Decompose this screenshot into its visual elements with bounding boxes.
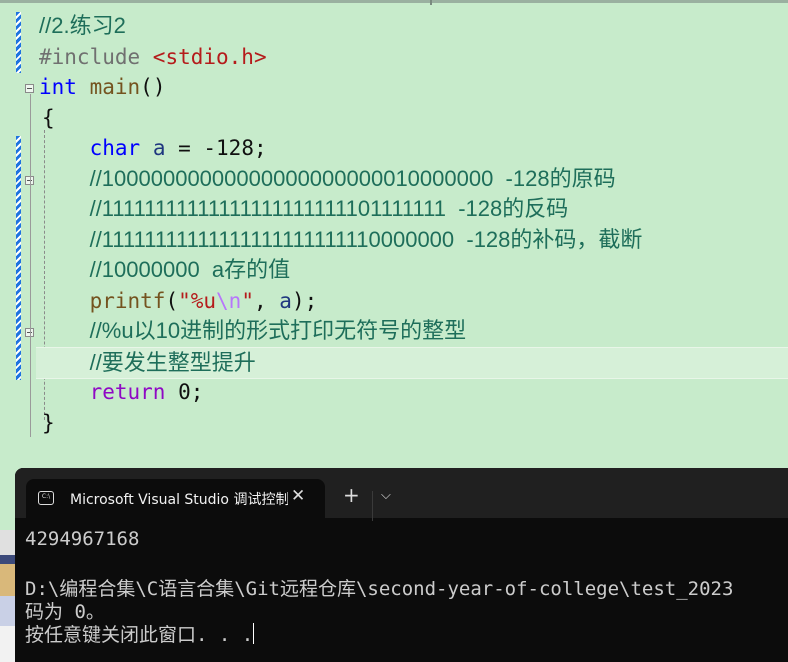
code-token-plain: ,	[253, 288, 280, 313]
code-line[interactable]: //11111111111111111111111110000000 -128的…	[0, 225, 788, 255]
code-token-var: a	[152, 136, 166, 160]
code-line[interactable]: {	[0, 103, 788, 133]
code-token-fn: printf	[89, 288, 166, 313]
code-line[interactable]: #include <stdio.h>	[0, 42, 788, 72]
text-cursor	[253, 623, 255, 644]
vs-background-panel	[0, 530, 15, 662]
code-token-comment: //%u以10进制的形式打印无符号的整型	[89, 318, 467, 343]
code-line-current[interactable]: //要发生整型提升	[36, 346, 788, 379]
terminal-tab[interactable]: C:\ Microsoft Visual Studio 调试控制台 ✕	[26, 479, 325, 519]
code-line[interactable]: //2.练习2	[0, 11, 788, 41]
code-line-text: //要发生整型提升	[39, 348, 256, 378]
code-token-comment: //11111111111111111111111110000000 -128的…	[89, 226, 643, 252]
code-line[interactable]: printf("%u\n", a);	[0, 286, 788, 316]
code-line-text: char a = -128;	[39, 133, 267, 163]
console-icon: C:\	[38, 491, 54, 505]
chevron-down-icon[interactable]: ⌵	[381, 488, 391, 503]
code-token-plain: (	[165, 288, 179, 313]
code-line-text: #include <stdio.h>	[39, 42, 267, 72]
code-token-plain: {	[42, 105, 55, 130]
code-token-str: "	[241, 288, 254, 313]
code-token-comment: //2.练习2	[39, 13, 126, 38]
code-token-comment: //要发生整型提升	[89, 349, 256, 375]
code-line-text: }	[42, 408, 55, 438]
code-line-text: //10000000000000000000000010000000 -128的…	[39, 164, 616, 194]
code-token-plain: );	[291, 288, 318, 313]
code-token-plain: 0;	[165, 380, 204, 404]
code-token-comment: //10000000000000000000000010000000 -128的…	[89, 165, 616, 191]
code-line-text: //2.练习2	[39, 11, 126, 41]
code-token-plain: = -128;	[165, 136, 267, 160]
code-line-text: int main()	[39, 72, 165, 102]
output-line: D:\编程合集\C语言合集\Git远程仓库\second-year-of-col…	[25, 578, 734, 600]
code-line[interactable]: return 0;	[0, 377, 788, 407]
terminal-tab-bar: C:\ Microsoft Visual Studio 调试控制台 ✕ + ⌵	[15, 468, 788, 521]
code-line-text: {	[42, 103, 55, 133]
tab-title: Microsoft Visual Studio 调试控制台	[70, 492, 288, 508]
code-line-text: //10000000 a存的值	[39, 255, 291, 285]
code-line-text: //%u以10进制的形式打印无符号的整型	[39, 316, 467, 346]
plus-icon[interactable]: +	[343, 485, 360, 505]
output-line: 按任意键关闭此窗口. . .	[25, 620, 255, 647]
code-line[interactable]: //10000000000000000000000010000000 -128的…	[0, 164, 788, 194]
divider	[372, 491, 373, 521]
code-token-fn: main	[89, 75, 141, 99]
code-token-kw: char	[89, 136, 141, 160]
code-line[interactable]: //10000000 a存的值	[0, 255, 788, 285]
code-token-plain: ()	[140, 75, 166, 99]
code-line-text: return 0;	[39, 377, 204, 407]
prompt-text: 按任意键关闭此窗口. . .	[25, 624, 254, 646]
code-line[interactable]: int main()	[0, 72, 788, 102]
code-token-comment: //10000000 a存的值	[89, 257, 291, 282]
code-line-text: //11111111111111111111111110000000 -128的…	[39, 225, 643, 255]
code-line[interactable]: //%u以10进制的形式打印无符号的整型	[0, 316, 788, 346]
close-icon[interactable]: ✕	[291, 486, 305, 506]
code-editor[interactable]: //2.练习2 #include <stdio.h> int main(){ cha…	[0, 0, 788, 455]
debug-console-window[interactable]: C:\ Microsoft Visual Studio 调试控制台 ✕ + ⌵ …	[15, 468, 788, 662]
output-line: 4294967168	[25, 528, 140, 550]
code-token-pre: #include	[39, 44, 153, 69]
code-token-var: a	[279, 288, 292, 313]
code-token-kw: int	[39, 75, 77, 99]
code-line-text: //11111111111111111111111101111111 -128的…	[39, 194, 569, 224]
code-line-text: printf("%u\n", a);	[39, 286, 318, 316]
code-line[interactable]: char a = -128;	[0, 133, 788, 163]
code-line[interactable]: }	[0, 408, 788, 438]
code-token-str: "%u	[178, 288, 217, 313]
code-token-comment: //11111111111111111111111101111111 -128的…	[89, 196, 569, 221]
code-token-include: <stdio.h>	[152, 44, 267, 69]
code-token-ret: return	[89, 380, 166, 404]
code-token-esc: \n	[216, 288, 242, 313]
code-token-plain: }	[42, 410, 55, 435]
code-line[interactable]: //11111111111111111111111101111111 -128的…	[0, 194, 788, 224]
